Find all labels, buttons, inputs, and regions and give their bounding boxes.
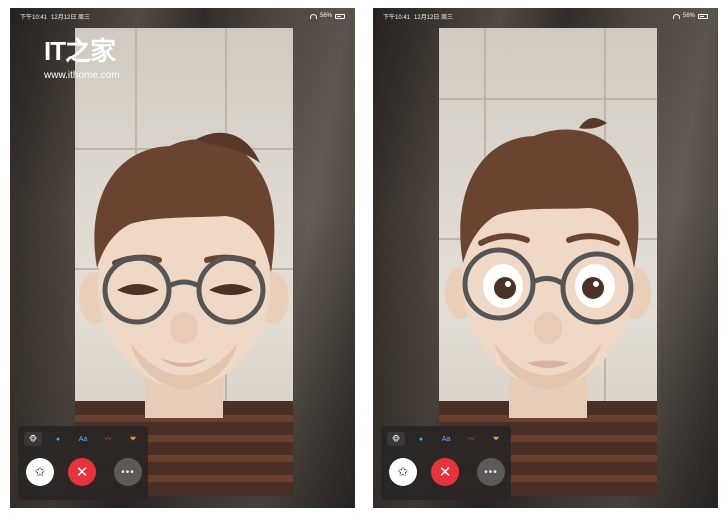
ipad-screen-right: 下午10:41 12月12日 周三 56% 🐵 ● Aa 〰 ❤ ✩ ✕ ••• (373, 8, 718, 508)
shapes-effect-icon[interactable]: 〰 (99, 432, 117, 446)
status-date: 12月12日 周三 (51, 14, 91, 21)
memoji-effect-icon[interactable]: 🐵 (387, 432, 405, 446)
status-bar: 下午10:41 12月12日 周三 56% (10, 8, 355, 24)
stickers-effect-icon[interactable]: ❤ (487, 432, 505, 446)
memoji-effect-icon[interactable]: 🐵 (24, 432, 42, 446)
watermark-logo: IT之家 (44, 36, 116, 66)
more-options-button[interactable]: ••• (114, 458, 142, 486)
shapes-effect-icon[interactable]: 〰 (462, 432, 480, 446)
effects-star-button[interactable]: ✩ (26, 458, 54, 486)
filters-effect-icon[interactable]: ● (49, 432, 67, 446)
filters-effect-icon[interactable]: ● (412, 432, 430, 446)
effects-star-button[interactable]: ✩ (389, 458, 417, 486)
status-bar: 下午10:41 12月12日 周三 56% (373, 8, 718, 24)
more-options-button[interactable]: ••• (477, 458, 505, 486)
text-effect-icon[interactable]: Aa (74, 432, 92, 446)
facetime-controls: 🐵 ● Aa 〰 ❤ ✩ ✕ ••• (18, 426, 148, 500)
watermark-url: www.ithome.com (44, 70, 120, 81)
wifi-icon (672, 13, 680, 19)
status-date: 12月12日 周三 (414, 14, 454, 21)
status-time: 下午10:41 (20, 14, 48, 21)
effects-bar: 🐵 ● Aa 〰 ❤ (387, 432, 505, 446)
end-call-button[interactable]: ✕ (68, 458, 96, 486)
comparison-screenshot: 下午10:41 12月12日 周三 56% 🐵 ● Aa 〰 ❤ ✩ ✕ •••… (0, 0, 728, 518)
stickers-effect-icon[interactable]: ❤ (124, 432, 142, 446)
battery-icon (698, 13, 708, 19)
effects-bar: 🐵 ● Aa 〰 ❤ (24, 432, 142, 446)
status-time: 下午10:41 (383, 14, 411, 21)
facetime-controls: 🐵 ● Aa 〰 ❤ ✩ ✕ ••• (381, 426, 511, 500)
ipad-screen-left: 下午10:41 12月12日 周三 56% 🐵 ● Aa 〰 ❤ ✩ ✕ •••… (10, 8, 355, 508)
battery-icon (335, 13, 345, 19)
ithome-watermark: IT之家 www.ithome.com (44, 38, 120, 81)
end-call-button[interactable]: ✕ (431, 458, 459, 486)
battery-percent: 56% (319, 13, 332, 19)
text-effect-icon[interactable]: Aa (437, 432, 455, 446)
battery-percent: 56% (682, 13, 695, 19)
wifi-icon (309, 13, 317, 19)
